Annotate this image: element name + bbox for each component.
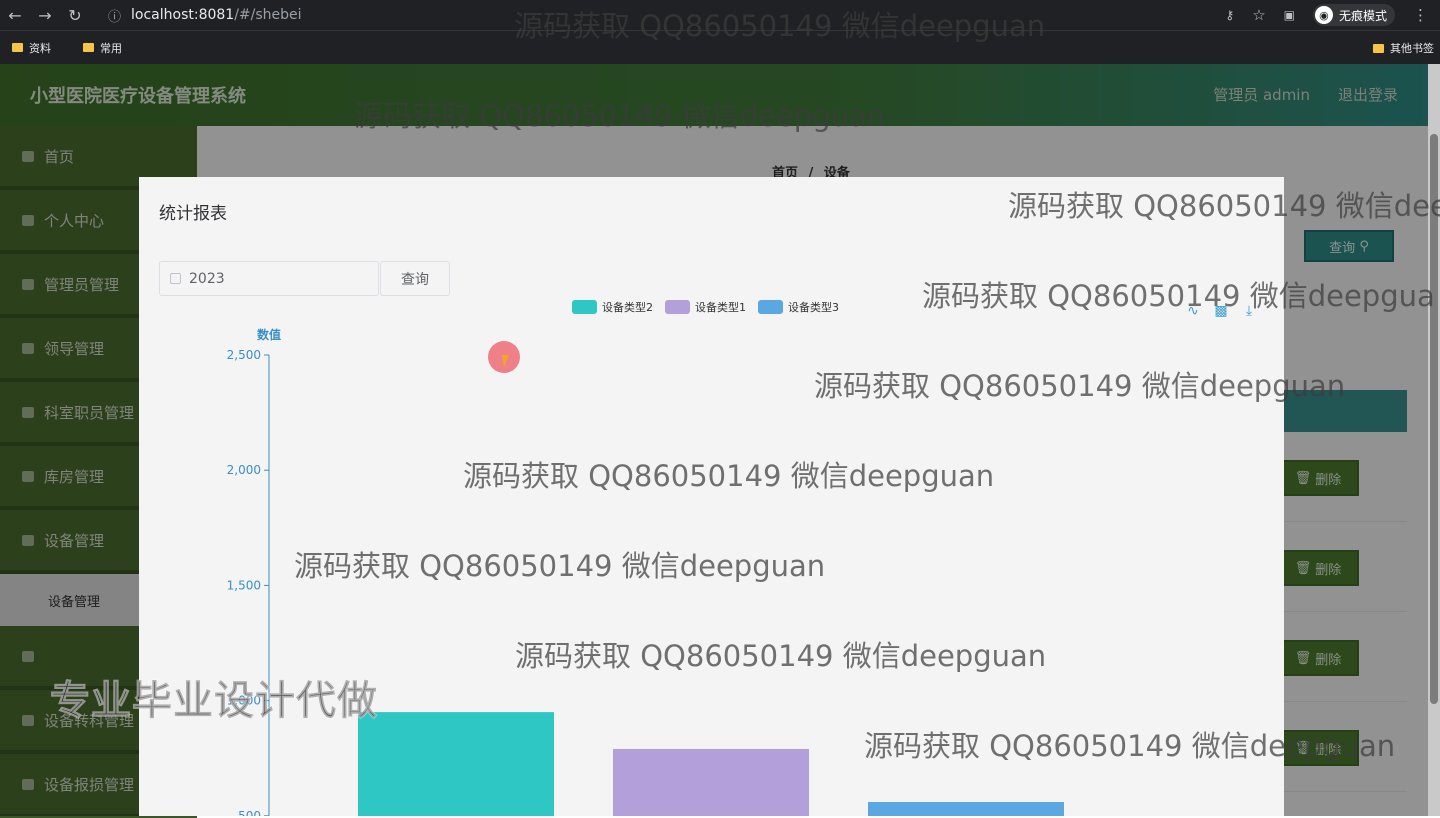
folder-icon xyxy=(83,43,94,52)
incognito-icon: ◉ xyxy=(1314,6,1333,24)
menu-icon[interactable]: ⋮ xyxy=(1413,6,1428,24)
back-icon[interactable]: ← xyxy=(0,0,30,30)
bookmark-folder[interactable]: 资料 xyxy=(12,40,51,56)
url-host: localhost:8081 xyxy=(131,7,235,23)
other-bookmarks[interactable]: 其他书签 xyxy=(1373,31,1434,65)
incognito-badge[interactable]: ◉ 无痕模式 xyxy=(1312,4,1395,26)
incognito-label: 无痕模式 xyxy=(1338,8,1387,23)
key-icon[interactable]: ⚷ xyxy=(1225,8,1234,22)
address-bar[interactable]: ⓘ localhost:8081/#/shebei xyxy=(108,6,302,25)
bookmarks-bar: 资料 常用 其他书签 xyxy=(0,30,1440,64)
bookmark-folder[interactable]: 常用 xyxy=(83,40,122,56)
y-tick-label: 500 xyxy=(238,809,261,816)
browser-toolbar: ← → ↻ ⓘ localhost:8081/#/shebei ⚷ ☆ ▣ ◉ … xyxy=(0,0,1440,30)
reload-icon[interactable]: ↻ xyxy=(60,0,90,30)
bar xyxy=(868,801,1064,816)
banner-watermark: 专业毕业设计代做 xyxy=(50,678,378,725)
folder-icon xyxy=(1373,43,1384,53)
folder-icon xyxy=(12,43,23,52)
y-tick-label: 1,500 xyxy=(227,578,261,592)
url-path: /#/shebei xyxy=(234,7,302,23)
scrollbar-thumb[interactable] xyxy=(1430,134,1438,704)
star-icon[interactable]: ☆ xyxy=(1252,6,1265,24)
bar xyxy=(613,748,809,816)
y-tick-label: 2,000 xyxy=(227,463,261,477)
sidebar-toggle-icon[interactable]: ▣ xyxy=(1284,8,1295,22)
scrollbar[interactable] xyxy=(1428,64,1440,816)
y-axis-label: 数值 xyxy=(257,327,281,342)
forward-icon[interactable]: → xyxy=(30,0,60,30)
info-icon[interactable]: ⓘ xyxy=(108,6,121,25)
y-tick-label: 2,500 xyxy=(227,348,261,362)
bar xyxy=(358,712,554,816)
